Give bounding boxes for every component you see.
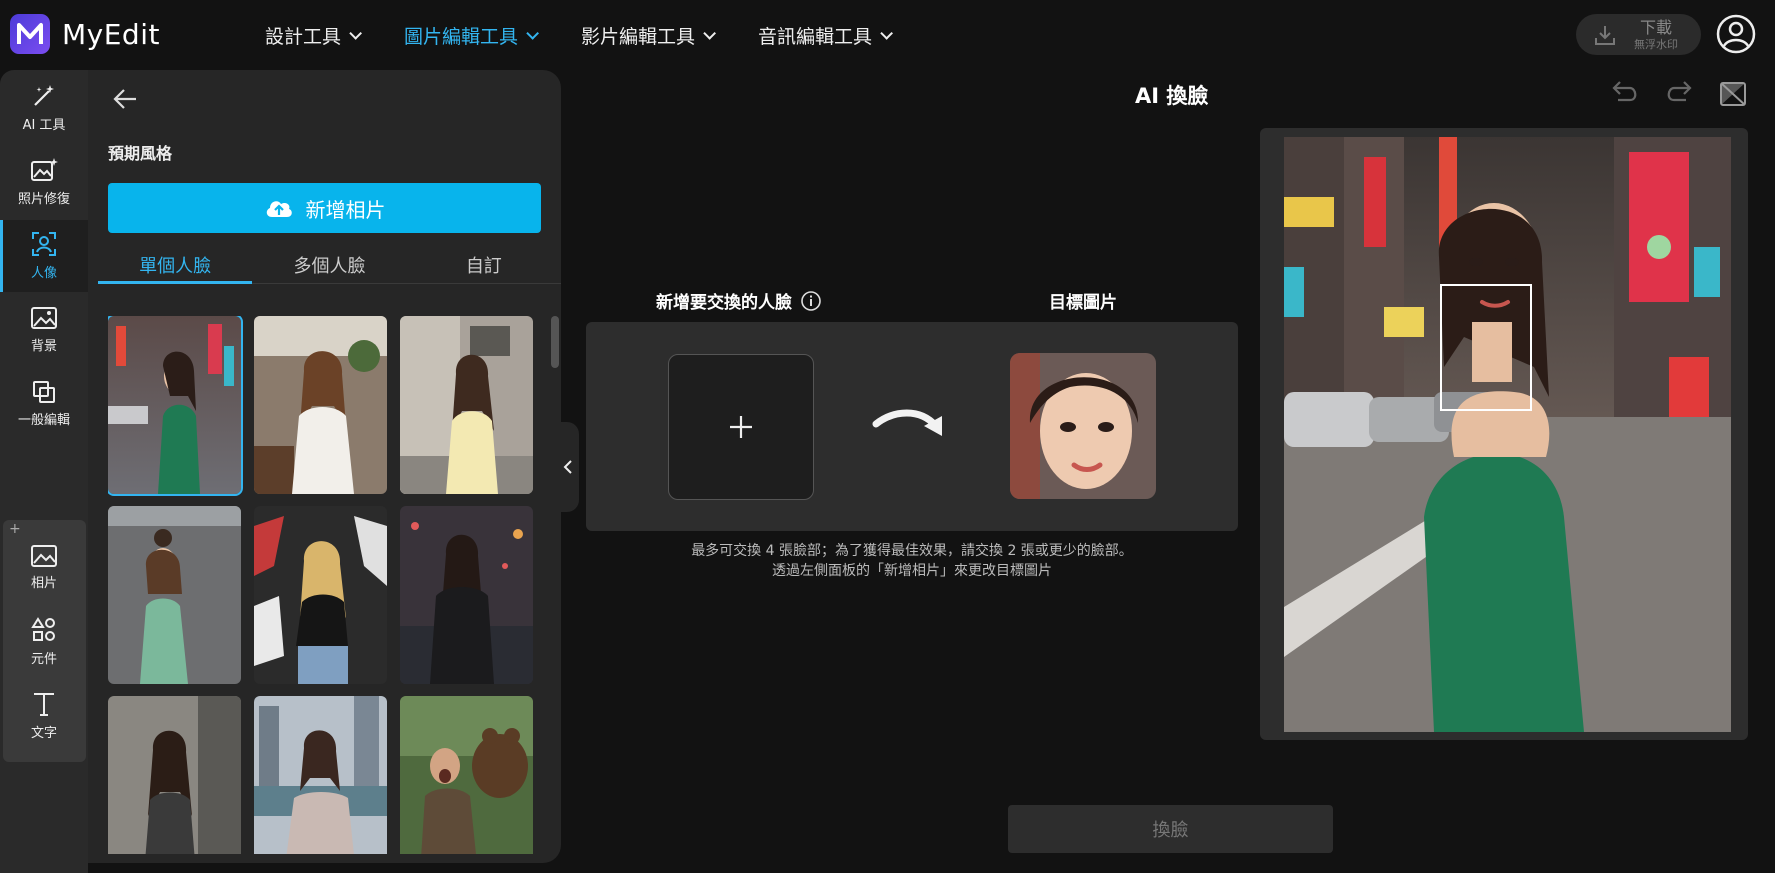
shapes-icon: [31, 617, 55, 641]
nav-audio-tools[interactable]: 音訊編輯工具: [758, 22, 894, 49]
cloud-upload-icon: [266, 201, 292, 217]
target-label: 目標圖片: [1049, 293, 1117, 313]
chevron-left-icon: [563, 460, 572, 474]
target-image: [1284, 137, 1731, 732]
nav-label: 圖片編輯工具: [404, 26, 519, 48]
photo-enhance-icon: [31, 158, 58, 181]
hint-line-1: 最多可交換 4 張臉部；為了獲得最佳效果，請交換 2 張或更少的臉部。: [691, 543, 1133, 559]
redo-icon[interactable]: [1664, 80, 1694, 106]
style-thumbnail[interactable]: [400, 316, 533, 494]
add-photo-button[interactable]: 新增相片: [108, 183, 541, 233]
faces-section-label: 新增要交換的人臉: [656, 288, 822, 313]
text-icon: [34, 693, 54, 716]
rail-item-text[interactable]: 文字: [0, 680, 88, 752]
rail-label: 一般編輯: [17, 413, 70, 428]
logo-mark-icon: [10, 14, 50, 54]
nav-label: 音訊編輯工具: [758, 26, 873, 48]
face-tabs: 單個人臉 多個人臉 自訂: [98, 240, 561, 284]
compare-icon[interactable]: [1718, 80, 1748, 108]
page-title: AI 換臉: [1135, 84, 1209, 108]
crop-icon: [33, 381, 55, 403]
app-name: MyEdit: [62, 17, 160, 51]
style-thumbnail[interactable]: [254, 696, 387, 854]
swap-face-button[interactable]: 換臉: [1008, 805, 1333, 853]
style-thumbnail[interactable]: [254, 316, 387, 494]
nav-design-tools[interactable]: 設計工具: [265, 22, 363, 49]
panel-title: 預期風格: [108, 144, 173, 163]
magic-wand-icon: [34, 85, 54, 106]
background-icon: [31, 307, 57, 329]
style-thumbnail[interactable]: [400, 506, 533, 684]
download-sublabel: 無浮水印: [1634, 37, 1678, 51]
download-button[interactable]: 下載 無浮水印: [1576, 14, 1701, 55]
style-thumbnail[interactable]: [108, 506, 241, 684]
nav-label: 設計工具: [265, 26, 342, 48]
nav-video-tools[interactable]: 影片編輯工具: [581, 22, 717, 49]
rail-label: 背景: [30, 339, 57, 354]
account-avatar-icon[interactable]: [1716, 14, 1756, 54]
top-bar: MyEdit 設計工具 圖片編輯工具 影片編輯工具 音訊編輯工具 下載 無浮水印: [0, 0, 1775, 70]
back-arrow-icon[interactable]: [110, 84, 140, 114]
nav-label: 影片編輯工具: [581, 26, 696, 48]
canvas-toolbar: [1610, 80, 1748, 108]
collapse-panel-button[interactable]: [557, 422, 579, 512]
rail-item-background[interactable]: 背景: [0, 294, 88, 366]
swap-hint: 最多可交換 4 張臉部；為了獲得最佳效果，請交換 2 張或更少的臉部。 透過左側…: [586, 541, 1238, 581]
app-logo[interactable]: MyEdit: [10, 14, 160, 54]
chevron-down-icon: [703, 27, 717, 40]
style-panel: 預期風格 新增相片 單個人臉 多個人臉 自訂: [88, 70, 561, 863]
curved-arrow-icon: [872, 409, 942, 436]
panel-scrollbar[interactable]: [551, 316, 559, 368]
style-thumbnail[interactable]: [400, 696, 533, 854]
chevron-down-icon: [349, 27, 363, 40]
face-swap-box: [586, 322, 1238, 531]
chevron-down-icon: [880, 27, 894, 40]
style-thumbnail[interactable]: [108, 316, 243, 496]
portrait-icon: [32, 232, 56, 256]
tool-rail: AI 工具 照片修復 人像 背景 一般編輯 + 相片 元件 文字: [0, 70, 88, 873]
rail-item-portrait[interactable]: 人像: [0, 220, 88, 292]
undo-icon[interactable]: [1610, 80, 1640, 106]
rail-item-ai-tools[interactable]: AI 工具: [0, 72, 88, 144]
rail-label: 元件: [30, 652, 57, 667]
tab-custom[interactable]: 自訂: [407, 240, 561, 283]
rail-item-photo-enhance[interactable]: 照片修復: [0, 146, 88, 218]
faces-label: 新增要交換的人臉: [656, 293, 792, 313]
style-thumbnail[interactable]: [254, 506, 387, 684]
target-face-thumbnail: [1010, 353, 1156, 499]
rail-label: 人像: [30, 266, 57, 281]
add-face-button[interactable]: [668, 354, 814, 500]
style-thumbnail-grid: [108, 316, 544, 854]
detected-face-box[interactable]: [1440, 284, 1532, 411]
rail-label: 相片: [30, 576, 57, 591]
hint-line-2: 透過左側面板的「新增相片」來更改目標圖片: [772, 563, 1052, 579]
info-icon[interactable]: [800, 290, 822, 312]
add-photo-label: 新增相片: [305, 197, 386, 222]
rail-item-general-edit[interactable]: 一般編輯: [0, 368, 88, 440]
download-icon: [1595, 25, 1615, 45]
rail-item-photos[interactable]: 相片: [0, 532, 88, 604]
chevron-down-icon: [526, 27, 540, 40]
rail-label: 照片修復: [17, 192, 70, 207]
download-label: 下載: [1639, 17, 1672, 37]
tab-multi-face[interactable]: 多個人臉: [252, 240, 406, 283]
nav-image-tools[interactable]: 圖片編輯工具: [404, 22, 540, 49]
rail-label: AI 工具: [22, 118, 66, 133]
rail-label: 文字: [30, 726, 57, 741]
style-thumbnail[interactable]: [108, 696, 241, 854]
plus-icon: [730, 416, 752, 438]
preview-canvas: [1260, 128, 1748, 740]
photo-icon: [31, 545, 57, 567]
main-nav: 設計工具 圖片編輯工具 影片編輯工具 音訊編輯工具: [265, 22, 935, 49]
rail-item-elements[interactable]: 元件: [0, 606, 88, 678]
tab-single-face[interactable]: 單個人臉: [98, 240, 253, 284]
